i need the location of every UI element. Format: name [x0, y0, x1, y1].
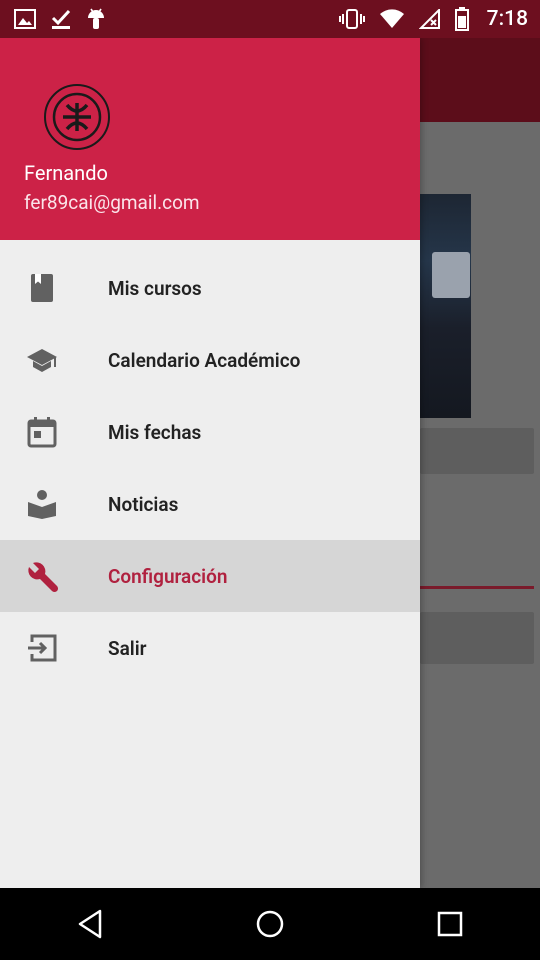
vibrate-icon: [338, 8, 365, 30]
menu-item-label: Noticias: [108, 492, 179, 516]
book-icon: [26, 272, 58, 304]
background-card: [420, 612, 534, 664]
menu-item-configuracion[interactable]: Configuración: [0, 540, 420, 612]
wrench-icon: [26, 560, 59, 593]
exit-icon: [26, 632, 58, 664]
background-divider: [420, 586, 534, 589]
battery-icon: [454, 7, 469, 31]
utn-logo-icon[interactable]: [44, 84, 110, 150]
back-icon[interactable]: [60, 894, 120, 954]
drawer-header: Fernando fer89cai@gmail.com: [0, 38, 420, 240]
menu-item-mis-fechas[interactable]: Mis fechas: [0, 396, 420, 468]
menu-item-mis-cursos[interactable]: Mis cursos: [0, 252, 420, 324]
background-image: [420, 194, 471, 418]
menu-item-noticias[interactable]: Noticias: [0, 468, 420, 540]
menu-item-label: Configuración: [108, 564, 228, 588]
check-download-icon: [50, 8, 72, 30]
navigation-drawer: Fernando fer89cai@gmail.com Mis cursos C…: [0, 38, 420, 888]
background-card: [420, 428, 534, 474]
home-icon[interactable]: [240, 894, 300, 954]
menu-item-calendario-academico[interactable]: Calendario Académico: [0, 324, 420, 396]
menu-item-label: Mis fechas: [108, 420, 202, 444]
clock: 7:18: [486, 7, 528, 31]
menu-item-label: Calendario Académico: [108, 348, 301, 372]
user-email: fer89cai@gmail.com: [24, 191, 200, 214]
menu-item-label: Mis cursos: [108, 276, 202, 300]
status-bar: 7:18: [0, 0, 540, 38]
navigation-bar: [0, 888, 540, 960]
no-signal-icon: [418, 9, 441, 29]
menu-item-label: Salir: [108, 636, 147, 660]
reading-icon: [26, 488, 58, 520]
android-icon: [86, 7, 106, 31]
user-name: Fernando: [24, 161, 108, 185]
recents-icon[interactable]: [420, 894, 480, 954]
calendar-icon: [26, 416, 58, 448]
school-icon: [26, 344, 58, 376]
menu-item-salir[interactable]: Salir: [0, 612, 420, 684]
drawer-menu: Mis cursos Calendario Académico Mis fech…: [0, 252, 420, 684]
wifi-icon: [379, 9, 405, 29]
image-icon: [14, 9, 36, 29]
